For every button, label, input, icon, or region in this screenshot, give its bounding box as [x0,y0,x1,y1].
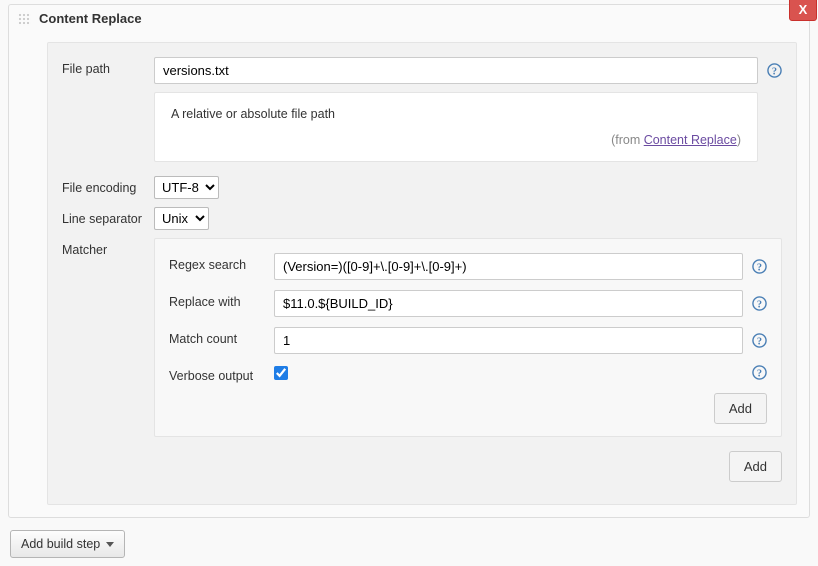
svg-text:?: ? [756,262,761,273]
content-replace-link[interactable]: Content Replace [644,133,737,147]
regex-search-row: Regex search ? [169,253,767,280]
svg-text:?: ? [756,368,761,379]
close-button[interactable]: X [789,0,817,21]
add-build-step-button[interactable]: Add build step [10,530,125,558]
file-encoding-select[interactable]: UTF-8 [154,176,219,199]
verbose-output-label: Verbose output [169,364,274,383]
line-separator-label: Line separator [62,207,154,226]
drag-handle-icon[interactable] [17,12,31,26]
regex-search-input[interactable] [274,253,743,280]
file-path-label: File path [62,57,154,76]
matcher-add-button[interactable]: Add [714,393,767,424]
file-path-help-box: A relative or absolute file path (from C… [154,92,758,162]
file-path-input[interactable] [154,57,758,84]
close-icon: X [799,2,808,17]
help-icon[interactable]: ? [751,259,767,275]
match-count-input[interactable] [274,327,743,354]
verbose-output-checkbox[interactable] [274,366,288,380]
svg-text:?: ? [771,66,776,77]
matcher-label: Matcher [62,238,154,257]
regex-search-label: Regex search [169,253,274,272]
file-encoding-row: File encoding UTF-8 [62,176,782,199]
help-icon[interactable]: ? [751,364,767,380]
file-encoding-label: File encoding [62,176,154,195]
footer: Add build step [0,522,818,566]
section-title-wrap: Content Replace [9,5,150,32]
file-path-help-from: (from Content Replace) [171,133,741,147]
section-body: File path ? A relative or absolute file … [47,42,797,505]
replace-with-label: Replace with [169,290,274,309]
match-count-row: Match count ? [169,327,767,354]
line-separator-row: Line separator Unix [62,207,782,230]
svg-text:?: ? [756,336,761,347]
add-build-step-label: Add build step [21,537,100,551]
verbose-output-row: Verbose output ? [169,364,767,383]
svg-text:?: ? [756,299,761,310]
section-title: Content Replace [39,11,142,26]
line-separator-select[interactable]: Unix [154,207,209,230]
file-path-row: File path ? [62,57,782,84]
help-icon[interactable]: ? [766,63,782,79]
help-icon[interactable]: ? [751,333,767,349]
matcher-section-row: Matcher Regex search ? Replace with [62,238,782,482]
matcher-box: Regex search ? Replace with [154,238,782,437]
add-button[interactable]: Add [729,451,782,482]
help-icon[interactable]: ? [751,296,767,312]
section-header: Content Replace X [9,5,809,32]
match-count-label: Match count [169,327,274,346]
chevron-down-icon [106,542,114,547]
content-replace-section: Content Replace X File path ? A relative… [8,4,810,518]
file-path-help-text: A relative or absolute file path [171,107,741,121]
replace-with-row: Replace with ? [169,290,767,317]
replace-with-input[interactable] [274,290,743,317]
